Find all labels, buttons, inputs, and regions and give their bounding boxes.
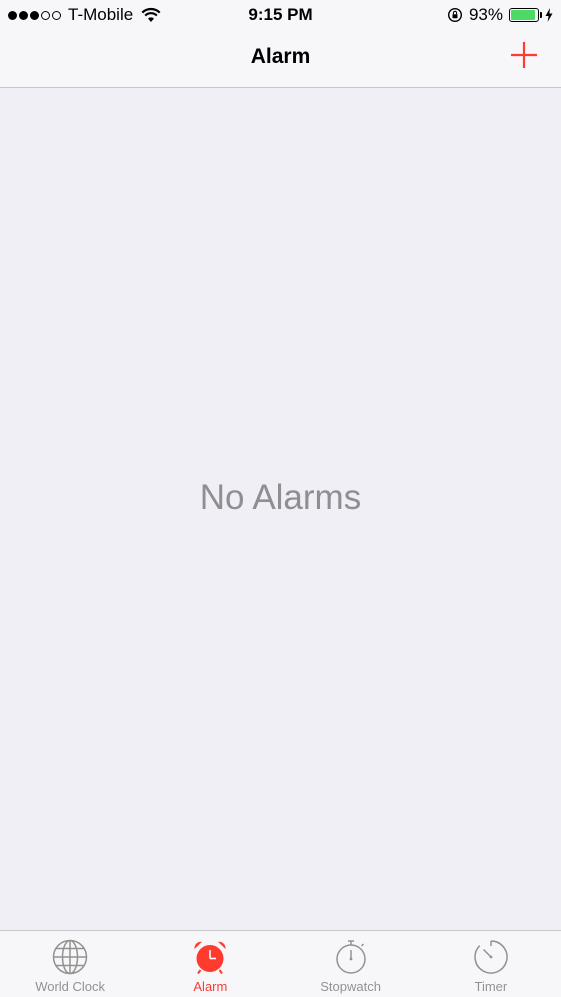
tab-label: World Clock [35,979,106,994]
status-bar: T-Mobile 9:15 PM 93% [0,0,561,30]
alarm-list: No Alarms [0,88,561,930]
add-alarm-button[interactable] [509,40,539,70]
empty-state-message: No Alarms [199,478,362,517]
navigation-bar: Alarm [0,30,561,88]
status-right: 93% [447,5,553,25]
charging-bolt-icon [545,8,553,22]
page-title: Alarm [250,45,311,68]
battery-fill [511,10,536,20]
alarm-clock-icon [194,941,226,975]
clock-app-screen: T-Mobile 9:15 PM 93% Alarm No Alarms Wor… [0,0,561,997]
tab-label: Alarm [193,979,228,994]
tab-label: Stopwatch [320,979,381,994]
battery-icon [509,8,542,22]
orientation-lock-icon [447,7,462,23]
plus-icon [511,42,537,68]
tab-label: Timer [474,979,508,994]
stopwatch-icon [335,940,366,974]
tab-bar: World Clock Alarm Stopwatch Timer [0,930,561,997]
battery-percent: 93% [468,5,503,24]
tab-timer[interactable]: Timer [421,931,561,997]
tab-alarm[interactable]: Alarm [140,931,280,997]
globe-icon [52,939,88,975]
timer-icon [474,940,508,974]
tab-stopwatch[interactable]: Stopwatch [281,931,421,997]
tab-world-clock[interactable]: World Clock [0,931,140,997]
